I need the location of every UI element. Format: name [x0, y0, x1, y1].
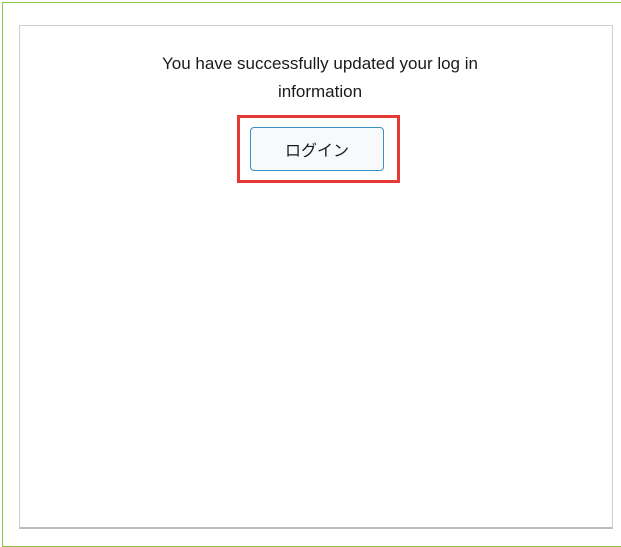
login-button[interactable]: ログイン [250, 127, 384, 171]
success-message: You have successfully updated your log i… [162, 54, 478, 101]
confirmation-panel: You have successfully updated your log i… [19, 25, 613, 529]
